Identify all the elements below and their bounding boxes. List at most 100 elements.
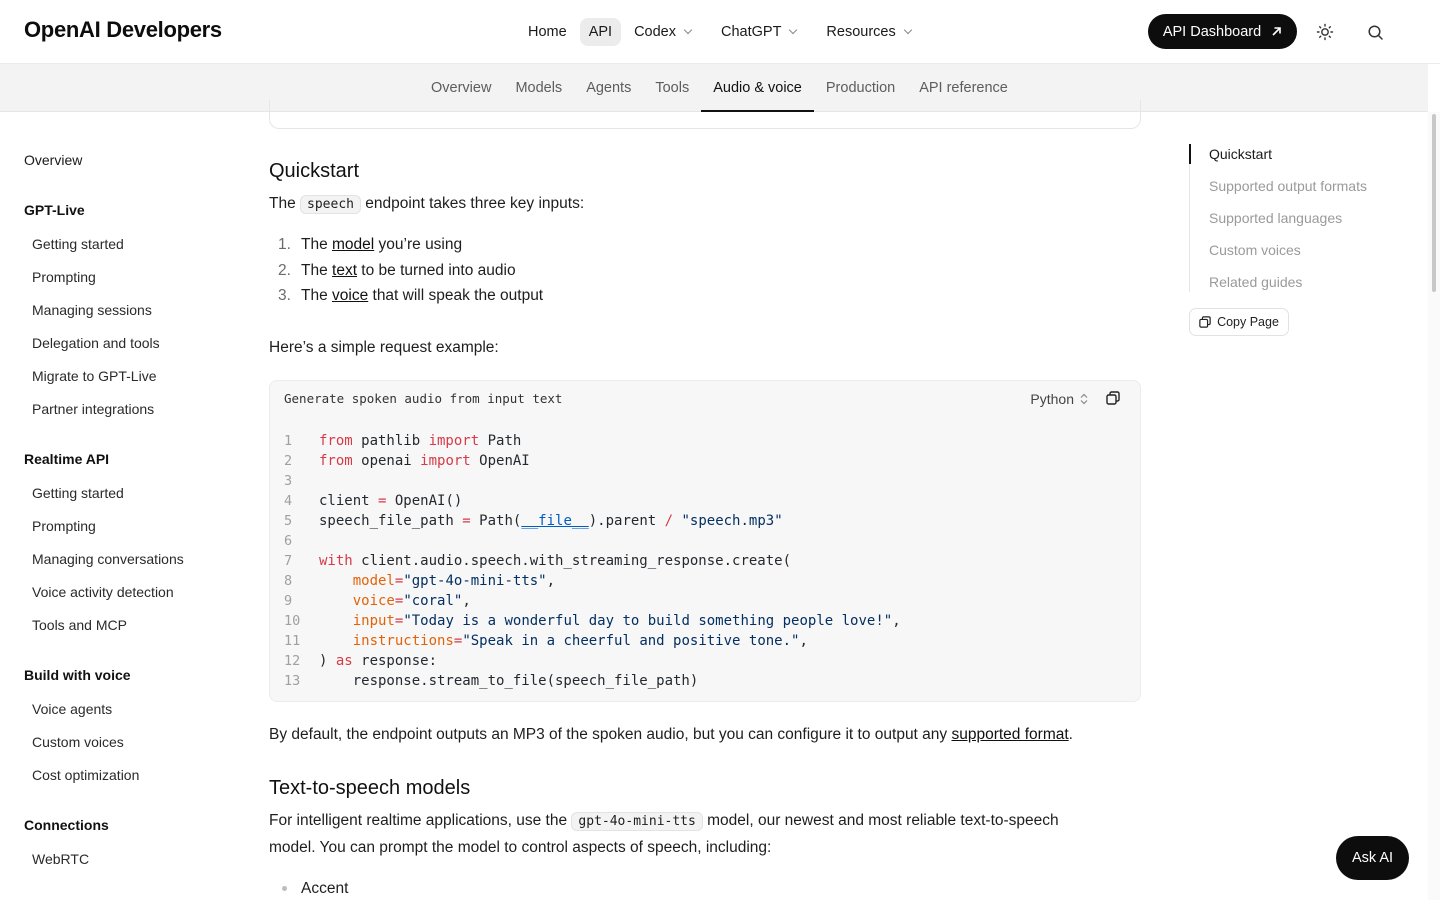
code-line: 5 speech_file_path = Path(__file__).paren… (284, 513, 783, 529)
text-link[interactable]: text (332, 262, 357, 279)
chevron-down-icon (683, 25, 693, 35)
inline-code: speech (300, 195, 361, 214)
code-line: 1 from pathlib import Path (284, 433, 522, 449)
toc-item-output-formats[interactable]: Supported output formats (1209, 178, 1367, 194)
paragraph-text: model. You can prompt the model to contr… (269, 839, 772, 856)
model-link[interactable]: model (332, 236, 374, 253)
language-selector[interactable]: Python (1030, 391, 1088, 407)
nav-api-label: API (588, 24, 613, 40)
sidebar-item[interactable]: Getting started (32, 485, 124, 501)
sidebar-item[interactable]: WebRTC (32, 851, 89, 867)
code-line: 2 from openai import OpenAI (284, 453, 530, 469)
code-line: 12) as response: (284, 653, 438, 669)
code-line: 4 client = OpenAI() (284, 493, 463, 509)
inline-code: gpt-4o-mini-tts (571, 812, 703, 831)
copy-code-button[interactable] (1106, 391, 1124, 409)
arrow-up-right-icon (1272, 27, 1281, 36)
nav-codex[interactable]: Codex (625, 18, 700, 46)
sidebar-item[interactable]: Voice activity detection (32, 584, 174, 600)
sidebar-item[interactable]: Delegation and tools (32, 335, 160, 351)
voice-link[interactable]: voice (332, 287, 368, 304)
bullet-accent: Accent (301, 880, 349, 897)
copy-page-button[interactable]: Copy Page (1189, 308, 1289, 336)
nav-chatgpt[interactable]: ChatGPT (712, 18, 805, 46)
top-header: OpenAI Developers Home API Codex ChatGPT… (0, 0, 1440, 64)
sidebar-item[interactable]: Custom voices (32, 734, 124, 750)
nav-home-label: Home (528, 24, 567, 40)
list-number: 2. (278, 262, 291, 279)
copy-icon (1199, 316, 1211, 328)
left-sidebar: Overview GPT-Live Getting started Prompt… (0, 112, 240, 900)
sidebar-item[interactable]: Managing conversations (32, 551, 184, 567)
list-text: you’re using (374, 236, 463, 253)
toc-item-custom-voices[interactable]: Custom voices (1209, 242, 1301, 258)
chevron-up-down-icon (1080, 393, 1088, 405)
code-line: 13 response.stream_to_file(speech_file_p… (284, 673, 699, 689)
list-text: The (301, 287, 333, 304)
sun-icon (1316, 23, 1334, 41)
intro-text: The (269, 195, 301, 212)
quickstart-heading: Quickstart (269, 160, 360, 182)
tts-models-heading: Text-to-speech models (269, 777, 471, 799)
list-number: 3. (278, 287, 291, 304)
paragraph-text: model, our newest and most reliable text… (702, 812, 1059, 829)
paragraph-text: For intelligent realtime applications, u… (269, 812, 572, 829)
intro-text: endpoint takes three key inputs: (360, 195, 585, 212)
site-logo[interactable]: OpenAI Developers (24, 17, 222, 43)
toc-item-related-guides[interactable]: Related guides (1209, 274, 1302, 290)
search-button[interactable] (1363, 20, 1387, 44)
copy-icon (1106, 391, 1120, 405)
list-item: 1. The model you’re using (278, 236, 462, 254)
intro-paragraph: The speech endpoint takes three key inpu… (269, 191, 584, 218)
api-dashboard-button[interactable]: API Dashboard (1148, 14, 1297, 49)
sidebar-section-gpt-live: GPT-Live (24, 202, 85, 218)
sidebar-item[interactable]: Voice agents (32, 701, 112, 717)
list-item: 3. The voice that will speak the output (278, 287, 543, 305)
sidebar-item[interactable]: Migrate to GPT-Live (32, 368, 157, 384)
sidebar-item[interactable]: Tools and MCP (32, 617, 127, 633)
api-dashboard-label: API Dashboard (1162, 23, 1262, 40)
sidebar-item[interactable]: Prompting (32, 518, 96, 534)
sidebar-item[interactable]: Managing sessions (32, 302, 152, 318)
chevron-down-icon (903, 25, 912, 35)
list-number: 1. (278, 236, 291, 253)
chevron-down-icon (789, 25, 798, 35)
sidebar-section-realtime-api: Realtime API (24, 451, 110, 467)
sidebar-item[interactable]: Partner integrations (32, 401, 154, 417)
code-content: 1 from pathlib import Path 2 from openai i… (284, 431, 901, 691)
toc-item-quickstart[interactable]: Quickstart (1209, 146, 1272, 162)
code-line: 10 input = "Today is a wonderful day to bu… (284, 613, 901, 629)
code-line: 3 (284, 473, 293, 489)
nav-home[interactable]: Home (519, 18, 576, 46)
example-intro: Here’s a simple request example: (269, 339, 499, 356)
code-block-title: Generate spoken audio from input text (284, 391, 563, 406)
toc-active-indicator (1189, 144, 1191, 164)
previous-card-edge (269, 100, 1141, 129)
top-nav: Home API Codex ChatGPT Resources (519, 18, 920, 46)
tts-paragraph: For intelligent realtime applications, u… (269, 808, 1059, 861)
code-line: 9 voice = "coral", (284, 593, 471, 609)
nav-resources[interactable]: Resources (817, 18, 919, 46)
bullet-dot (282, 886, 287, 891)
code-line: 7 with client.audio.speech.with_streaming… (284, 553, 792, 569)
nav-api[interactable]: API (579, 18, 622, 46)
supported-format-link[interactable]: supported format (951, 726, 1068, 743)
list-text: The (301, 236, 333, 253)
theme-toggle-button[interactable] (1313, 20, 1337, 44)
list-text: The (301, 262, 333, 279)
paragraph-text: . (1068, 726, 1073, 743)
ask-ai-button[interactable]: Ask AI (1336, 836, 1409, 880)
sidebar-item-overview[interactable]: Overview (24, 152, 82, 168)
toc-track (1189, 144, 1190, 292)
code-line: 6 (284, 533, 293, 549)
nav-chatgpt-label: ChatGPT (720, 24, 782, 40)
sidebar-item[interactable]: Prompting (32, 269, 96, 285)
sidebar-item[interactable]: Getting started (32, 236, 124, 252)
sidebar-section-build-with-voice: Build with voice (24, 667, 131, 683)
list-text: to be turned into audio (357, 262, 516, 279)
search-icon (1367, 24, 1383, 40)
sidebar-item[interactable]: Cost optimization (32, 767, 139, 783)
code-line: 8 model = "gpt-4o-mini-tts", (284, 573, 556, 589)
toc-item-languages[interactable]: Supported languages (1209, 210, 1342, 226)
scrollbar-thumb[interactable] (1432, 114, 1436, 292)
